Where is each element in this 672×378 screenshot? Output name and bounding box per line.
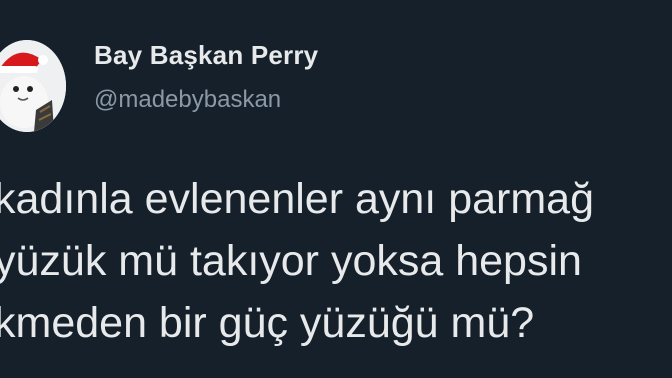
tweet-text-line: kmeden bir güç yüzüğü mü? [0,299,535,347]
tweet-text-line: yüzük mü takıyor yoksa hepsin [0,237,582,285]
tweet-text-line: kadınla evlenenler aynı parmağ [0,175,594,223]
user-handle[interactable]: @madebybaskan [94,86,281,114]
tweet-card: Bay Başkan Perry @madebybaskan kadınla e… [0,0,672,378]
display-name[interactable]: Bay Başkan Perry [94,40,318,71]
tweet-text: kadınla evlenenler aynı parmağ yüzük mü … [0,168,672,354]
avatar[interactable] [0,40,66,132]
santa-avatar-icon [0,40,66,132]
